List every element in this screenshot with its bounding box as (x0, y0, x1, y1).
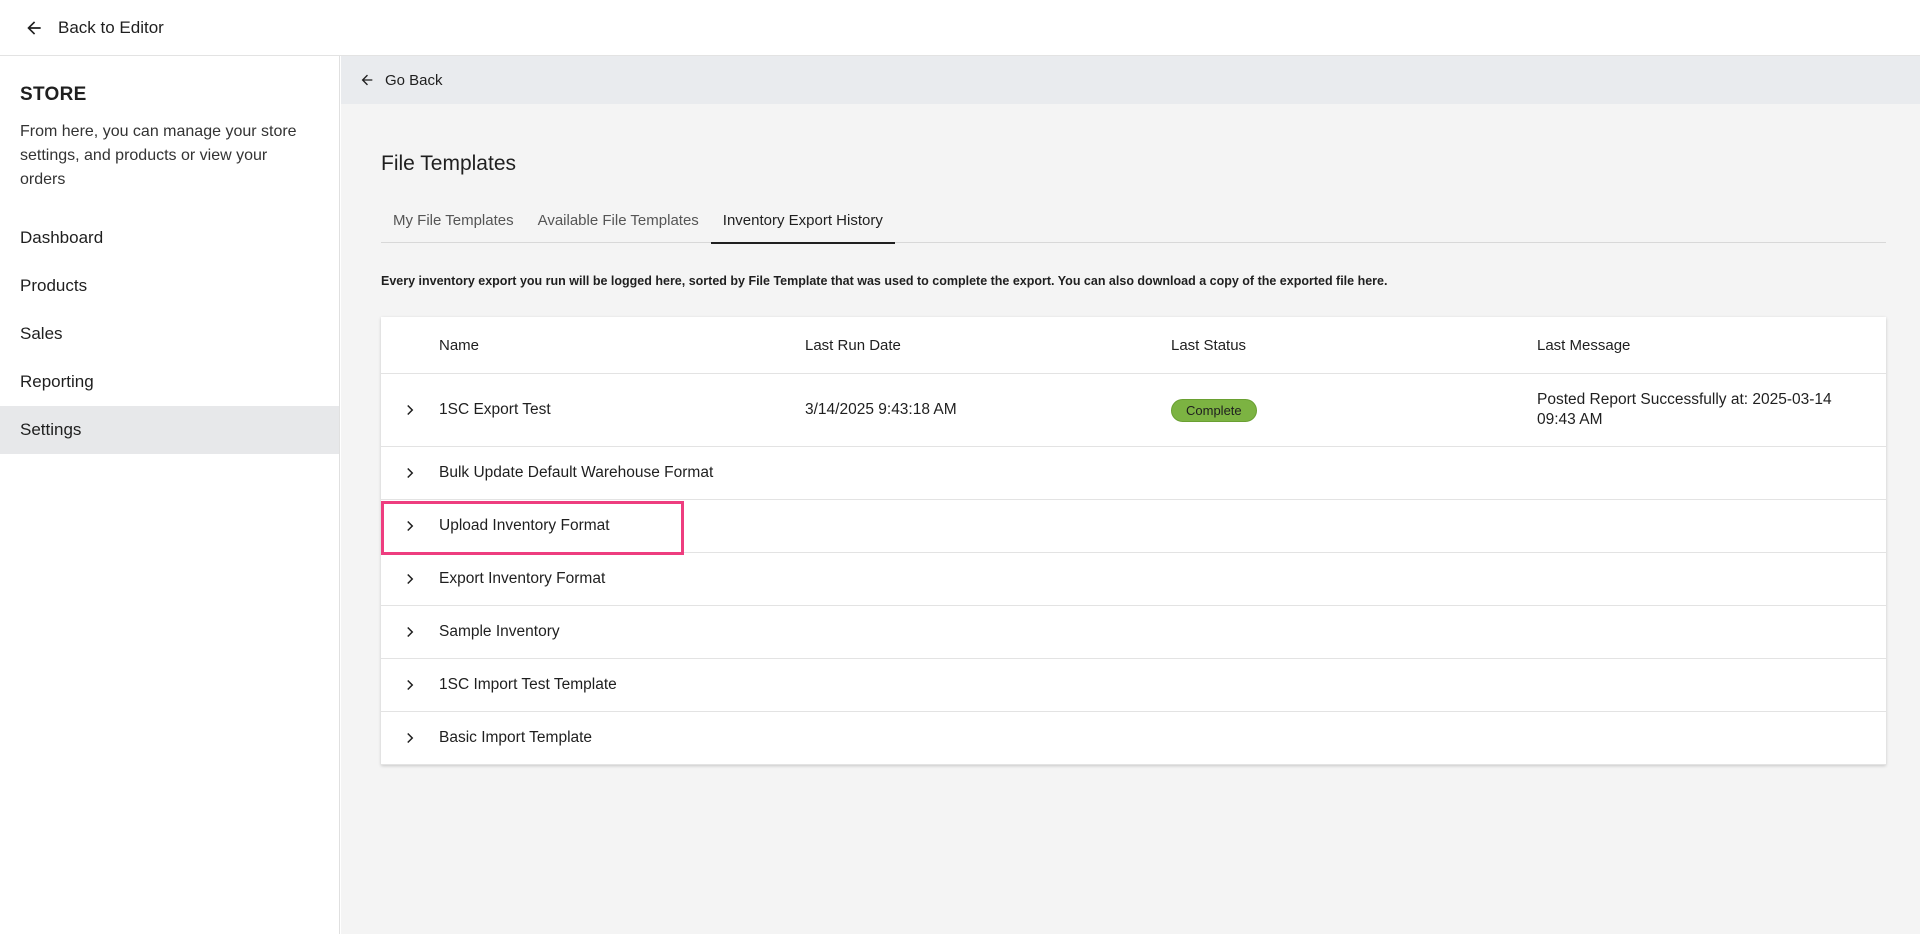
header-last-run-date: Last Run Date (805, 336, 901, 354)
sidebar-item-sales[interactable]: Sales (0, 310, 339, 358)
table-header: Name Last Run Date Last Status Last Mess… (381, 317, 1886, 374)
header-name: Name (439, 336, 480, 354)
page-title: File Templates (381, 152, 517, 175)
row-name: 1SC Export Test (439, 401, 551, 418)
tab-available-file-templates[interactable]: Available File Templates (526, 198, 711, 243)
back-to-editor-label: Back to Editor (58, 17, 164, 37)
sidebar-description: From here, you can manage your store set… (20, 123, 297, 188)
go-back-button[interactable]: Go Back (359, 72, 443, 89)
go-back-bar: Go Back (341, 56, 1920, 104)
chevron-right-icon[interactable] (401, 464, 419, 482)
export-history-table: Name Last Run Date Last Status Last Mess… (381, 317, 1886, 765)
tab-bar: My File Templates Available File Templat… (381, 198, 1886, 244)
table-row[interactable]: 1SC Import Test Template (381, 659, 1886, 712)
sidebar: STORE From here, you can manage your sto… (0, 56, 340, 934)
back-to-editor-button[interactable]: Back to Editor (24, 18, 164, 38)
status-badge: Complete (1171, 398, 1257, 422)
sidebar-item-products[interactable]: Products (0, 262, 339, 310)
arrow-left-icon (361, 74, 373, 86)
row-name: Bulk Update Default Warehouse Format (439, 464, 714, 481)
table-row[interactable]: 1SC Export Test 3/14/2025 9:43:18 AM Com… (381, 374, 1886, 447)
table-row[interactable]: Sample Inventory (381, 606, 1886, 659)
row-name: Export Inventory Format (439, 570, 606, 587)
tab-inventory-export-history[interactable]: Inventory Export History (710, 198, 895, 244)
row-name: Sample Inventory (439, 623, 560, 640)
row-name: Upload Inventory Format (439, 517, 610, 534)
chevron-right-icon[interactable] (401, 729, 419, 747)
go-back-label: Go Back (385, 71, 443, 89)
top-bar: Back to Editor (0, 0, 1920, 56)
sidebar-nav: Dashboard Products Sales Reporting Setti… (0, 214, 339, 454)
chevron-right-icon[interactable] (401, 676, 419, 694)
table-row[interactable]: Export Inventory Format (381, 553, 1886, 606)
row-name: 1SC Import Test Template (439, 676, 617, 693)
table-row[interactable]: Upload Inventory Format (381, 500, 1886, 553)
page-description: Every inventory export you run will be l… (381, 274, 1388, 288)
arrow-left-icon (27, 20, 41, 35)
row-last-message: Posted Report Successfully at: 2025-03-1… (1537, 391, 1832, 428)
sidebar-title: STORE (20, 84, 87, 105)
chevron-right-icon[interactable] (401, 517, 419, 535)
header-last-status: Last Status (1171, 336, 1247, 354)
tab-my-file-templates[interactable]: My File Templates (381, 198, 526, 243)
main-panel: Go Back File Templates My File Templates… (341, 56, 1920, 934)
sidebar-item-reporting[interactable]: Reporting (0, 358, 339, 406)
header-last-message: Last Message (1537, 336, 1631, 354)
table-row[interactable]: Bulk Update Default Warehouse Format (381, 447, 1886, 500)
row-name: Basic Import Template (439, 729, 593, 746)
sidebar-item-dashboard[interactable]: Dashboard (0, 214, 339, 262)
row-last-run-date: 3/14/2025 9:43:18 AM (805, 401, 957, 418)
chevron-right-icon[interactable] (401, 570, 419, 588)
chevron-right-icon[interactable] (401, 623, 419, 641)
chevron-right-icon[interactable] (401, 401, 419, 419)
table-row[interactable]: Basic Import Template (381, 712, 1886, 765)
sidebar-item-settings[interactable]: Settings (0, 406, 339, 454)
